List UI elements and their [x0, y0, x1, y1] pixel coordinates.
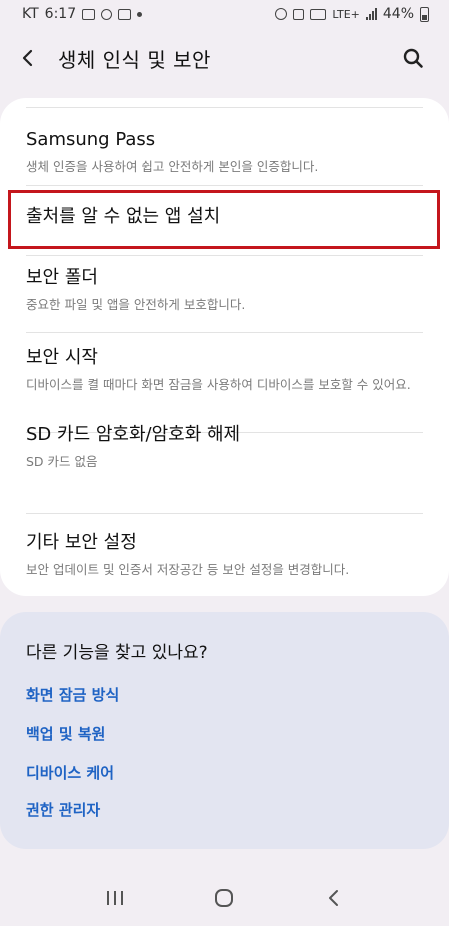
network-type: LTE+ — [332, 7, 360, 21]
menu-item-secure-startup[interactable]: 보안 시작 디바이스를 켤 때마다 화면 잠금을 사용하여 디바이스를 보호할 … — [26, 346, 423, 394]
suggestions-card: 다른 기능을 찾고 있나요? 화면 잠금 방식 백업 및 복원 디바이스 케어 … — [0, 612, 449, 849]
back-button[interactable] — [0, 30, 56, 86]
settings-card: Samsung Pass 생체 인증을 사용하여 쉽고 안전하게 본인을 인증합… — [0, 98, 449, 596]
signal-icon — [365, 8, 377, 20]
divider — [26, 332, 423, 333]
menu-item-subtitle: 디바이스를 켤 때마다 화면 잠금을 사용하여 디바이스를 보호할 수 있어요. — [26, 377, 411, 392]
status-bar: KT 6:17 LTE+ 44% — [0, 0, 449, 28]
suggestion-link-device-care[interactable]: 디바이스 케어 — [26, 762, 114, 783]
more-notifications-icon — [137, 11, 143, 17]
divider — [26, 513, 423, 514]
menu-item-subtitle: 생체 인증을 사용하여 쉽고 안전하게 본인을 인증합니다. — [26, 159, 319, 174]
battery-icon — [420, 6, 429, 22]
battery-percent: 44% — [382, 6, 414, 22]
menu-item-sd-encryption[interactable]: SD 카드 암호화/암호화 해제 SD 카드 없음 — [26, 423, 423, 471]
search-icon — [403, 48, 423, 68]
home-button[interactable] — [194, 874, 254, 922]
clock: 6:17 — [44, 6, 77, 22]
menu-item-title: Samsung Pass — [26, 129, 156, 150]
chevron-left-icon — [22, 49, 33, 67]
status-right: LTE+ 44% — [275, 6, 429, 22]
app-header: 생체 인식 및 보안 — [0, 30, 449, 86]
screenshot-icon — [118, 8, 132, 20]
hd-icon — [310, 8, 327, 20]
menu-item-samsung-pass[interactable]: Samsung Pass 생체 인증을 사용하여 쉽고 안전하게 본인을 인증합… — [26, 128, 423, 176]
highlight-box — [8, 190, 440, 249]
search-button[interactable] — [391, 36, 435, 80]
divider — [26, 185, 423, 186]
alarm-icon — [275, 8, 288, 20]
navigation-bar — [0, 870, 449, 926]
carrier-label: KT — [22, 6, 39, 22]
menu-item-title: SD 카드 암호화/암호화 해제 — [26, 424, 241, 445]
suggestions-title: 다른 기능을 찾고 있나요? — [26, 643, 208, 663]
divider — [26, 107, 423, 108]
recents-button[interactable] — [85, 874, 145, 922]
menu-item-title: 보안 폴더 — [26, 267, 98, 288]
menu-item-subtitle: 중요한 파일 및 앱을 안전하게 보호합니다. — [26, 297, 246, 312]
menu-item-secure-folder[interactable]: 보안 폴더 중요한 파일 및 앱을 안전하게 보호합니다. — [26, 266, 423, 314]
back-icon — [329, 890, 339, 906]
menu-item-subtitle: SD 카드 없음 — [26, 454, 98, 469]
notification-icon — [101, 8, 113, 20]
page-title: 생체 인식 및 보안 — [58, 47, 211, 72]
suggestion-link-permission-manager[interactable]: 권한 관리자 — [26, 799, 100, 820]
status-left: KT 6:17 — [22, 6, 143, 22]
suggestion-link-screen-lock[interactable]: 화면 잠금 방식 — [26, 684, 119, 705]
menu-item-title: 보안 시작 — [26, 347, 98, 368]
menu-item-subtitle: 보안 업데이트 및 인증서 저장공간 등 보안 설정을 변경합니다. — [26, 562, 350, 577]
menu-item-title: 기타 보안 설정 — [26, 532, 137, 553]
gallery-icon — [82, 8, 96, 20]
suggestion-link-backup[interactable]: 백업 및 복원 — [26, 723, 105, 744]
divider — [26, 255, 423, 256]
home-icon — [215, 889, 234, 907]
mute-icon — [293, 8, 305, 20]
menu-item-other-security[interactable]: 기타 보안 설정 보안 업데이트 및 인증서 저장공간 등 보안 설정을 변경합… — [26, 531, 423, 579]
recents-icon — [106, 891, 123, 905]
system-back-button[interactable] — [304, 874, 364, 922]
